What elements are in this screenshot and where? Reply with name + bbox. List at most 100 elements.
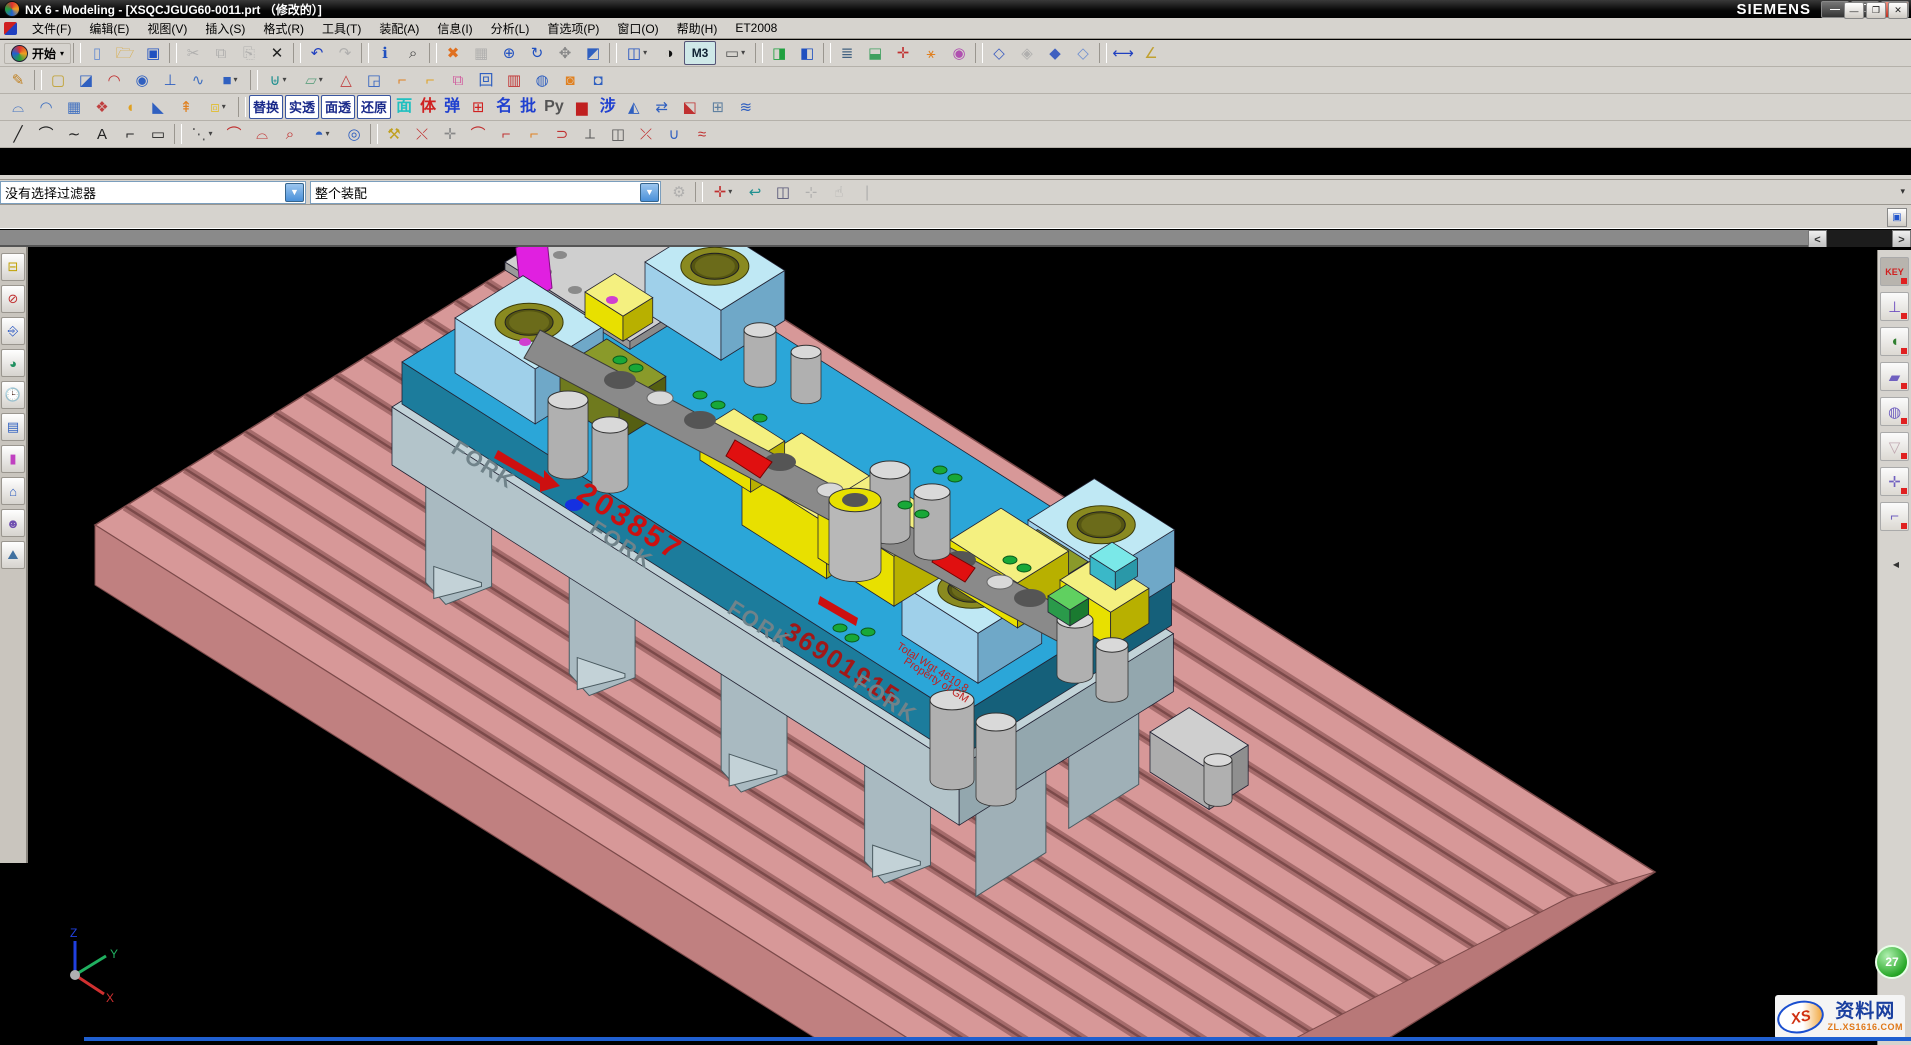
- face-display-button[interactable]: 面: [393, 95, 415, 119]
- section-surface-button[interactable]: ◖: [117, 95, 143, 119]
- pocket-button[interactable]: ◙: [557, 68, 583, 92]
- offset-curve-button[interactable]: ⊃: [549, 122, 575, 146]
- restore-view-window-button[interactable]: ▣: [1887, 208, 1907, 227]
- undo-button[interactable]: ↶: [304, 41, 330, 65]
- replace-display-button[interactable]: 替换: [249, 95, 283, 119]
- select-eraser-button[interactable]: ◫: [770, 180, 796, 204]
- arc-button[interactable]: ⌒: [33, 122, 59, 146]
- rectangle-button[interactable]: ▭: [145, 122, 171, 146]
- csys-button[interactable]: ⚹: [918, 41, 944, 65]
- menu-file[interactable]: 文件(F): [23, 19, 80, 38]
- doc-minimize-button[interactable]: —: [1844, 2, 1864, 19]
- extrude-button[interactable]: ◪: [73, 68, 99, 92]
- window-button[interactable]: ▦: [468, 41, 494, 65]
- new-button[interactable]: ▯: [84, 41, 110, 65]
- restore-display-button[interactable]: 还原: [357, 95, 391, 119]
- datum-csys-button[interactable]: ▢: [45, 68, 71, 92]
- studio-surface-button[interactable]: ❖: [89, 95, 115, 119]
- smooth-spline-button[interactable]: ≈: [689, 122, 715, 146]
- system-materials-tab[interactable]: ▤: [1, 413, 25, 441]
- edit-section-button[interactable]: ⬕: [677, 95, 703, 119]
- face-curve-button[interactable]: ◓: [305, 122, 339, 146]
- revolve-button[interactable]: ◠: [101, 68, 127, 92]
- fillet-2-button[interactable]: ⌓: [249, 122, 275, 146]
- snap-intersection-button[interactable]: ◇: [1070, 41, 1096, 65]
- copy-display-button[interactable]: Py: [541, 95, 567, 119]
- batch-tool-button[interactable]: 批: [517, 95, 539, 119]
- paste-button[interactable]: ⎘: [236, 41, 262, 65]
- perspective-button[interactable]: ◩: [580, 41, 606, 65]
- contour-flange-button[interactable]: ⌐: [417, 68, 443, 92]
- save-button[interactable]: ▣: [140, 41, 166, 65]
- layer-visible-in-view-button[interactable]: ⬓: [862, 41, 888, 65]
- sweep-button[interactable]: ∿: [185, 68, 211, 92]
- datum-plane-button[interactable]: ▱: [297, 68, 331, 92]
- solid-translucency-button[interactable]: 实透: [285, 95, 319, 119]
- cut-button[interactable]: ✂: [180, 41, 206, 65]
- motion-pair-button[interactable]: ⇄: [649, 95, 675, 119]
- hole-button[interactable]: ◉: [129, 68, 155, 92]
- snap-point-button[interactable]: ◇: [986, 41, 1012, 65]
- background-button[interactable]: ▭: [718, 41, 752, 65]
- interference-button[interactable]: 涉: [597, 95, 619, 119]
- start-menu-button[interactable]: 开始: [4, 43, 71, 64]
- part-navigator-tab[interactable]: ⎆: [1, 317, 25, 345]
- rib-button[interactable]: ▥: [501, 68, 527, 92]
- measure-distance-button[interactable]: ⟷: [1110, 41, 1136, 65]
- selection-filter-button[interactable]: ✛: [706, 180, 740, 204]
- snap-end-point-button[interactable]: ◈: [1014, 41, 1040, 65]
- trimmed-sheet-button[interactable]: ◣: [145, 95, 171, 119]
- open-button[interactable]: 🗁: [112, 41, 138, 65]
- selection-filter-dropdown[interactable]: 没有选择过滤器 ▼: [0, 181, 306, 204]
- body-display-button[interactable]: 体: [417, 95, 439, 119]
- reuse-key-item[interactable]: KEY: [1880, 257, 1909, 286]
- reuse-library-tab[interactable]: ◕: [1, 349, 25, 377]
- spline-button[interactable]: ∼: [61, 122, 87, 146]
- general-selection-gears[interactable]: ⚙: [666, 180, 692, 204]
- show-hide-button[interactable]: ◨: [766, 41, 792, 65]
- measure-angle-button[interactable]: ∠: [1138, 41, 1164, 65]
- line-button[interactable]: ╱: [5, 122, 31, 146]
- history-tab[interactable]: 🕒: [1, 381, 25, 409]
- divide-curve-button[interactable]: ✛: [437, 122, 463, 146]
- through-curve-mesh-button[interactable]: ▦: [61, 95, 87, 119]
- curve-wrench-button[interactable]: ⚒: [381, 122, 407, 146]
- rendering-style-button[interactable]: ◑: [656, 41, 682, 65]
- redo-button[interactable]: ↷: [332, 41, 358, 65]
- doc-close-button[interactable]: ✕: [1888, 2, 1908, 19]
- menu-preferences[interactable]: 首选项(P): [538, 19, 608, 38]
- visualization-wand-tab[interactable]: ▮: [1, 445, 25, 473]
- graphics-window[interactable]: 203857 36901915 FORK FORK FORK FORK Tota…: [0, 247, 1911, 1041]
- chevron-down-icon[interactable]: ▼: [640, 183, 659, 202]
- reuse-bushing-item[interactable]: ◖: [1880, 327, 1909, 356]
- swept-button[interactable]: ⌓: [5, 95, 31, 119]
- menu-analysis[interactable]: 分析(L): [482, 19, 539, 38]
- offset-surface-button[interactable]: ⇞: [173, 95, 199, 119]
- sectioning-button[interactable]: ◭: [621, 95, 647, 119]
- flange-button[interactable]: ⧉: [445, 68, 471, 92]
- chevron-down-icon[interactable]: ▼: [285, 183, 304, 202]
- grab-toggle[interactable]: ☝: [826, 180, 852, 204]
- menu-help[interactable]: 帮助(H): [668, 19, 727, 38]
- constraint-navigator-tab[interactable]: ⊘: [1, 285, 25, 313]
- chamfer-curve-button[interactable]: ⌐: [117, 122, 143, 146]
- trim-curve-button[interactable]: ⤬: [409, 122, 435, 146]
- menu-assemblies[interactable]: 装配(A): [370, 19, 428, 38]
- collapse-panel-button[interactable]: ◀: [1893, 560, 1899, 569]
- copy-button[interactable]: ⧉: [208, 41, 234, 65]
- work-layer-box[interactable]: M3: [684, 41, 716, 65]
- join-curve-button[interactable]: ∪: [661, 122, 687, 146]
- intersect-curve-button[interactable]: ⤫: [633, 122, 659, 146]
- thicken-button[interactable]: ⧈: [201, 95, 235, 119]
- face-translucency-button[interactable]: 面透: [321, 95, 355, 119]
- notification-badge[interactable]: 27: [1875, 945, 1909, 979]
- menu-view[interactable]: 视图(V): [138, 19, 196, 38]
- mirror-curve-button[interactable]: ◫: [605, 122, 631, 146]
- menu-insert[interactable]: 插入(S): [196, 19, 254, 38]
- extend-curve-button[interactable]: ⌐: [521, 122, 547, 146]
- toolbar-options-chevron[interactable]: ▾: [1900, 186, 1905, 197]
- horizontal-scrollbar[interactable]: < >: [1808, 230, 1911, 247]
- part-family-button[interactable]: ⊞: [705, 95, 731, 119]
- fillet-button[interactable]: ⌒: [221, 122, 247, 146]
- backgrounds-tab[interactable]: ⛰: [1, 541, 25, 569]
